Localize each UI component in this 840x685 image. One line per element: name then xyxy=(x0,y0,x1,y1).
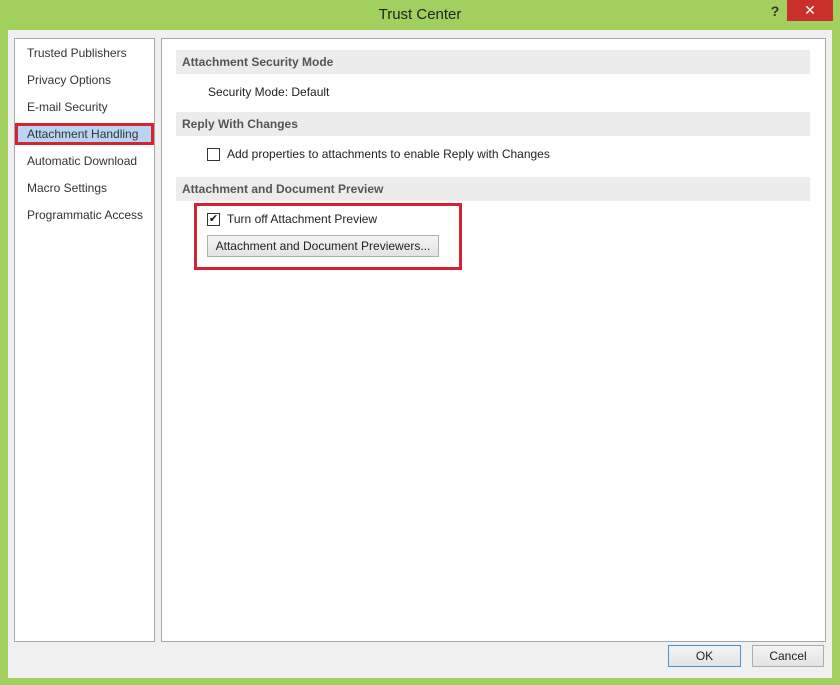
reply-with-changes-label: Add properties to attachments to enable … xyxy=(227,147,550,161)
section-header-attachment-security: Attachment Security Mode xyxy=(176,50,810,74)
settings-panel: Attachment Security Mode Security Mode: … xyxy=(161,38,826,642)
title-bar[interactable]: Trust Center ? ✕ xyxy=(0,0,840,30)
nav-item-macro-settings[interactable]: Macro Settings xyxy=(15,177,154,199)
section-header-reply-with-changes: Reply With Changes xyxy=(176,112,810,136)
nav-item-automatic-download[interactable]: Automatic Download xyxy=(15,150,154,172)
category-list: Trusted Publishers Privacy Options E-mai… xyxy=(14,38,155,642)
reply-with-changes-checkbox[interactable] xyxy=(207,147,220,161)
window-title: Trust Center xyxy=(378,6,462,23)
dialog-body: Trusted Publishers Privacy Options E-mai… xyxy=(8,30,832,678)
close-button[interactable]: ✕ xyxy=(787,0,833,21)
reply-with-changes-option[interactable]: Add properties to attachments to enable … xyxy=(207,147,550,161)
turn-off-preview-label: Turn off Attachment Preview xyxy=(227,212,378,226)
nav-item-programmatic-access[interactable]: Programmatic Access xyxy=(15,204,154,226)
security-mode-text: Security Mode: Default xyxy=(208,85,330,99)
trust-center-window: Trust Center ? ✕ Trusted Publishers Priv… xyxy=(0,0,840,685)
turn-off-preview-checkbox[interactable]: ✔ xyxy=(207,212,220,226)
nav-item-trusted-publishers[interactable]: Trusted Publishers xyxy=(15,42,154,64)
nav-item-privacy-options[interactable]: Privacy Options xyxy=(15,69,154,91)
checkmark-icon: ✔ xyxy=(208,212,219,225)
turn-off-preview-option[interactable]: ✔ Turn off Attachment Preview xyxy=(207,212,377,226)
close-icon: ✕ xyxy=(804,2,816,18)
help-button[interactable]: ? xyxy=(762,0,788,22)
cancel-button[interactable]: Cancel xyxy=(752,645,824,667)
previewers-button[interactable]: Attachment and Document Previewers... xyxy=(207,235,439,257)
nav-item-attachment-handling[interactable]: Attachment Handling xyxy=(15,123,154,145)
nav-item-email-security[interactable]: E-mail Security xyxy=(15,96,154,118)
ok-button[interactable]: OK xyxy=(668,645,741,667)
section-header-preview: Attachment and Document Preview xyxy=(176,177,810,201)
